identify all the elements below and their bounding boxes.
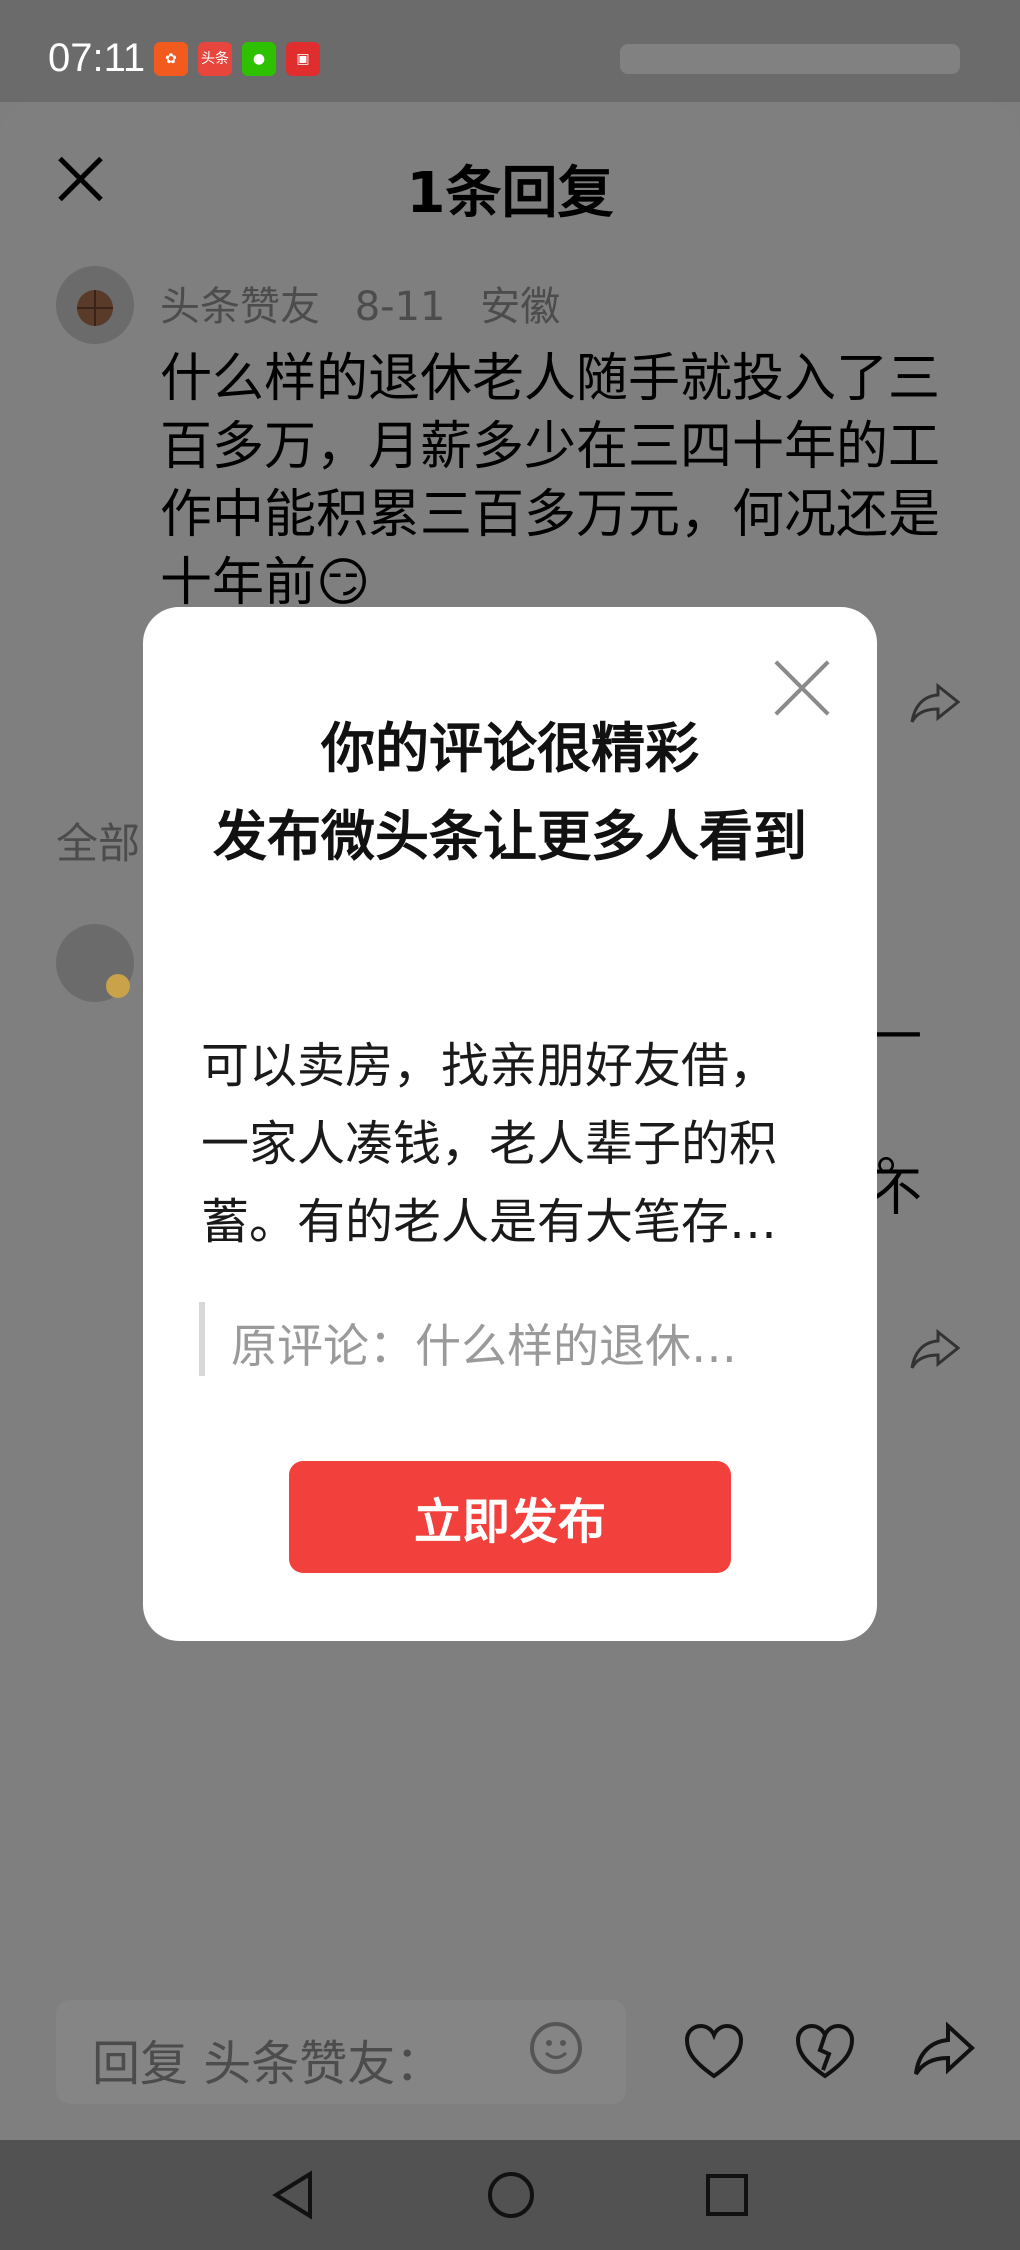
quote-text: 原评论：什么样的退休…	[231, 1319, 737, 1373]
avatar[interactable]	[56, 924, 134, 1002]
status-time: 07:11	[48, 36, 146, 80]
basketball-icon	[77, 290, 113, 326]
dialog-title-line1: 你的评论很精彩	[321, 717, 699, 780]
toutiao-icon: 头条	[198, 42, 232, 76]
share-icon[interactable]	[912, 2022, 976, 2078]
red-app-icon: ▣	[286, 42, 320, 76]
reply-fragment: 一	[870, 1008, 923, 1068]
dislike-icon[interactable]	[794, 2022, 856, 2080]
status-indicators	[620, 44, 960, 74]
comment-text: 什么样的退休老人随手就投入了三百多万，月薪多少在三四十年的工作中能积累三百多万元…	[160, 349, 940, 613]
all-replies-label: 全部	[56, 819, 141, 868]
home-icon[interactable]	[486, 2170, 536, 2220]
share-icon[interactable]	[908, 682, 962, 726]
reply-placeholder: 回复 头条赞友：	[92, 2036, 444, 2092]
dialog-title: 你的评论很精彩 发布微头条让更多人看到	[203, 705, 817, 881]
dialog-body: 可以卖房，找亲朋好友借，一家人凑钱，老人辈子的积蓄。有的老人是有大笔存…	[201, 1038, 778, 1250]
comment-location: 安徽	[480, 284, 561, 330]
comment-date: 8-11	[354, 284, 446, 330]
share-icon[interactable]	[908, 1328, 962, 1372]
reply-fragment: 不	[870, 1163, 923, 1223]
like-icon[interactable]	[683, 2022, 745, 2080]
emoji-face	[544, 2040, 568, 2059]
system-nav-bar	[0, 2140, 1020, 2250]
status-bar: 07:11 ✿ 头条 ● ▣	[0, 0, 1020, 102]
recents-icon[interactable]	[704, 2172, 750, 2218]
comment-author[interactable]: 头条赞友	[160, 284, 320, 330]
publish-dialog: 你的评论很精彩 发布微头条让更多人看到 可以卖房，找亲朋好友借，一家人凑钱，老人…	[143, 607, 877, 1641]
verified-badge-icon	[106, 974, 130, 998]
avatar[interactable]	[56, 266, 134, 344]
wechat-icon: ●	[242, 42, 276, 76]
page-title: 1条回复	[406, 161, 614, 226]
publish-button[interactable]: 立即发布	[289, 1461, 731, 1573]
dialog-title-line2: 发布微头条让更多人看到	[213, 805, 807, 868]
kuaishou-icon: ✿	[154, 42, 188, 76]
emoji-icon[interactable]	[530, 2022, 582, 2074]
comment-meta: 头条赞友 8-11 安徽	[160, 274, 582, 332]
back-icon[interactable]	[270, 2170, 316, 2220]
original-comment-quote: 原评论：什么样的退休…	[199, 1302, 823, 1376]
